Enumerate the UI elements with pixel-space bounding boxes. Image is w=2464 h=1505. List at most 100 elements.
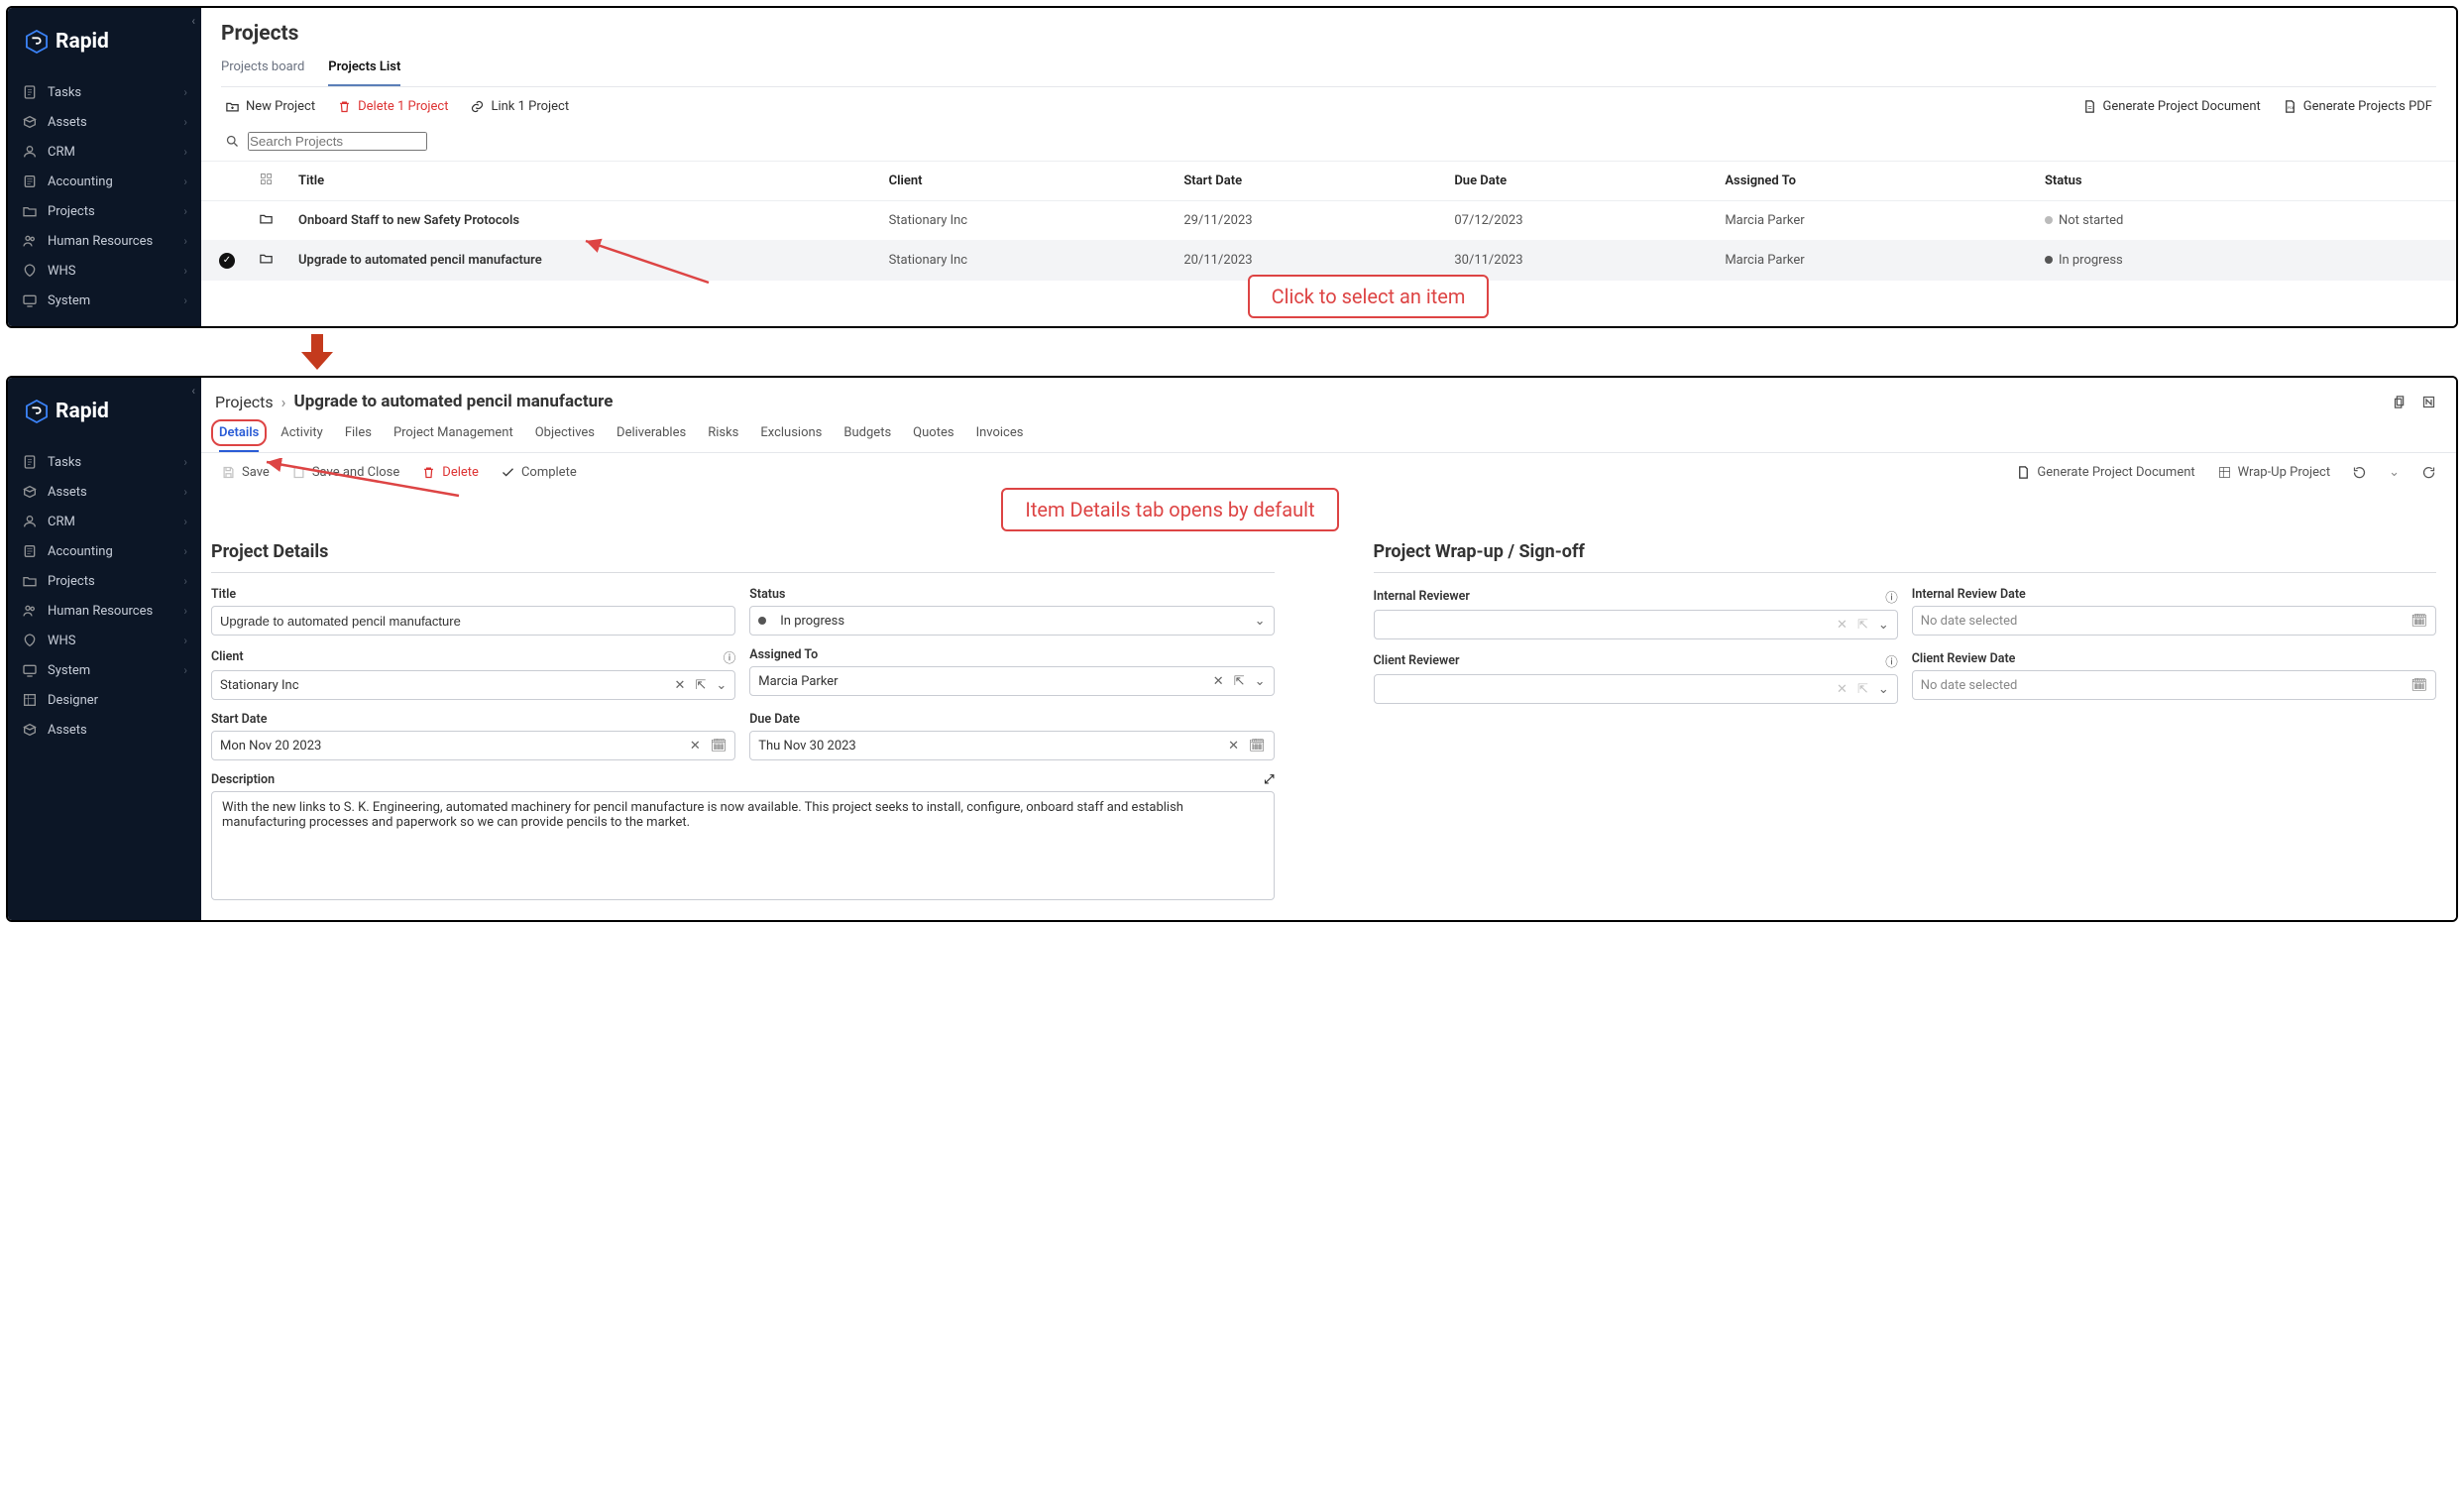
sidebar-collapse-icon[interactable]: ‹ (191, 384, 195, 398)
clear-icon[interactable]: ✕ (1228, 739, 1239, 753)
sidebar-item-whs[interactable]: WHS› (8, 256, 201, 286)
open-icon[interactable]: ⇱ (1857, 682, 1868, 697)
client-reviewer-label: Client Reviewer (1374, 653, 1460, 668)
col-title[interactable]: Title (298, 174, 889, 188)
complete-button[interactable]: Complete (501, 465, 577, 480)
breadcrumb-root[interactable]: Projects (215, 393, 274, 411)
generate-doc-button[interactable]: Generate Project Document (2016, 465, 2194, 480)
clear-icon[interactable]: ✕ (675, 678, 686, 693)
internal-reviewer-select[interactable]: ✕ ⇱ ⌄ (1374, 610, 1898, 639)
sidebar-item-system[interactable]: System› (8, 655, 201, 685)
tab-activity[interactable]: Activity (280, 425, 323, 452)
sidebar-item-projects[interactable]: Projects› (8, 196, 201, 226)
notion-icon[interactable] (2421, 395, 2436, 409)
col-client[interactable]: Client (889, 174, 1184, 188)
breadcrumb-current: Upgrade to automated pencil manufacture (293, 392, 613, 411)
tab-exclusions[interactable]: Exclusions (760, 425, 822, 452)
tab-projects-list[interactable]: Projects List (328, 59, 400, 86)
assigned-select[interactable]: Marcia Parker ✕ ⇱ ⌄ (749, 666, 1274, 696)
chevron-down-icon[interactable]: ⌄ (1878, 618, 1889, 633)
status-select[interactable]: In progress ⌄ (749, 606, 1274, 636)
chevron-down-icon[interactable]: ⌄ (2389, 465, 2400, 480)
sidebar-item-whs[interactable]: WHS› (8, 626, 201, 655)
sidebar-item-accounting[interactable]: Accounting› (8, 167, 201, 196)
clear-icon[interactable]: ✕ (1837, 618, 1848, 633)
sidebar-collapse-icon[interactable]: ‹ (191, 14, 195, 28)
tab-files[interactable]: Files (345, 425, 372, 452)
clear-icon[interactable]: ✕ (1213, 674, 1224, 689)
chevron-right-icon: › (183, 115, 187, 129)
sidebar-item-crm[interactable]: CRM› (8, 507, 201, 536)
open-icon[interactable]: ⇱ (695, 678, 706, 693)
sidebar-item-label: WHS (48, 264, 76, 279)
start-date-input[interactable]: Mon Nov 20 2023 ✕ 🗓 (211, 731, 735, 760)
chevron-right-icon: › (183, 145, 187, 159)
sidebar-item-crm[interactable]: CRM› (8, 137, 201, 167)
open-icon[interactable]: ⇱ (1234, 674, 1245, 689)
link-project-button[interactable]: Link 1 Project (470, 99, 569, 114)
sidebar-item-designer[interactable]: Designer (8, 685, 201, 715)
tab-project-management[interactable]: Project Management (393, 425, 513, 452)
title-input[interactable] (211, 606, 735, 636)
sidebar-item-human-resources[interactable]: Human Resources› (8, 226, 201, 256)
copy-icon[interactable] (2393, 395, 2408, 409)
calendar-icon[interactable]: 🗓 (2410, 678, 2427, 693)
clear-icon[interactable]: ✕ (1837, 682, 1848, 697)
description-textarea[interactable]: With the new links to S. K. Engineering,… (211, 791, 1275, 900)
col-assigned[interactable]: Assigned To (1725, 174, 2045, 188)
internal-review-date-input[interactable]: No date selected 🗓 (1912, 606, 2436, 636)
chevron-right-icon: › (183, 234, 187, 248)
history-icon[interactable] (2352, 465, 2367, 480)
expand-icon[interactable]: ⤢ (1264, 772, 1274, 787)
tab-invoices[interactable]: Invoices (976, 425, 1024, 452)
sidebar-item-tasks[interactable]: Tasks› (8, 447, 201, 477)
sidebar-item-human-resources[interactable]: Human Resources› (8, 596, 201, 626)
chevron-down-icon[interactable]: ⌄ (716, 678, 727, 693)
tab-objectives[interactable]: Objectives (535, 425, 595, 452)
tab-budgets[interactable]: Budgets (843, 425, 891, 452)
calendar-icon[interactable]: 🗓 (1249, 739, 1266, 753)
info-icon[interactable]: ⓘ (1885, 587, 1898, 606)
sidebar-item-assets[interactable]: Assets (8, 715, 201, 745)
wrap-up-button[interactable]: Wrap-Up Project (2217, 465, 2330, 480)
chevron-down-icon[interactable]: ⌄ (1255, 674, 1266, 689)
calendar-icon[interactable]: 🗓 (2410, 614, 2427, 629)
sidebar-item-projects[interactable]: Projects› (8, 566, 201, 596)
col-due[interactable]: Due Date (1454, 174, 1725, 188)
sidebar-item-accounting[interactable]: Accounting› (8, 536, 201, 566)
client-review-date-input[interactable]: No date selected 🗓 (1912, 670, 2436, 700)
calendar-icon[interactable]: 🗓 (711, 739, 728, 753)
chevron-right-icon: › (183, 85, 187, 99)
chevron-down-icon[interactable]: ⌄ (1878, 682, 1889, 697)
delete-project-button[interactable]: Delete 1 Project (337, 99, 448, 114)
new-project-button[interactable]: New Project (225, 99, 315, 114)
client-reviewer-select[interactable]: ✕ ⇱ ⌄ (1374, 674, 1898, 704)
info-icon[interactable]: ⓘ (1885, 651, 1898, 670)
search-bar[interactable] (201, 126, 2456, 162)
table-row[interactable]: Onboard Staff to new Safety ProtocolsSta… (201, 201, 2456, 241)
clear-icon[interactable]: ✕ (690, 739, 701, 753)
search-input[interactable] (248, 132, 427, 151)
open-icon[interactable]: ⇱ (1857, 618, 1868, 633)
chevron-down-icon[interactable]: ⌄ (1255, 614, 1266, 629)
arrow-annotation-icon (580, 235, 719, 285)
sidebar-item-system[interactable]: System› (8, 286, 201, 315)
generate-doc-button[interactable]: Generate Project Document (2082, 99, 2261, 114)
tab-quotes[interactable]: Quotes (913, 425, 953, 452)
col-status[interactable]: Status (2045, 174, 2438, 188)
sidebar-item-assets[interactable]: Assets› (8, 477, 201, 507)
sidebar-item-assets[interactable]: Assets› (8, 107, 201, 137)
chevron-right-icon: › (281, 393, 286, 411)
tab-risks[interactable]: Risks (708, 425, 738, 452)
refresh-icon[interactable] (2421, 465, 2436, 480)
client-select[interactable]: Stationary Inc ✕ ⇱ ⌄ (211, 670, 735, 700)
due-date-input[interactable]: Thu Nov 30 2023 ✕ 🗓 (749, 731, 1274, 760)
col-start[interactable]: Start Date (1183, 174, 1454, 188)
info-icon[interactable]: ⓘ (724, 647, 736, 666)
tab-deliverables[interactable]: Deliverables (616, 425, 686, 452)
tab-projects-board[interactable]: Projects board (221, 59, 304, 86)
arrow-annotation-icon (261, 458, 479, 498)
tab-details[interactable]: Details (219, 425, 259, 452)
generate-pdf-button[interactable]: PDF Generate Projects PDF (2283, 99, 2432, 114)
sidebar-item-tasks[interactable]: Tasks› (8, 77, 201, 107)
